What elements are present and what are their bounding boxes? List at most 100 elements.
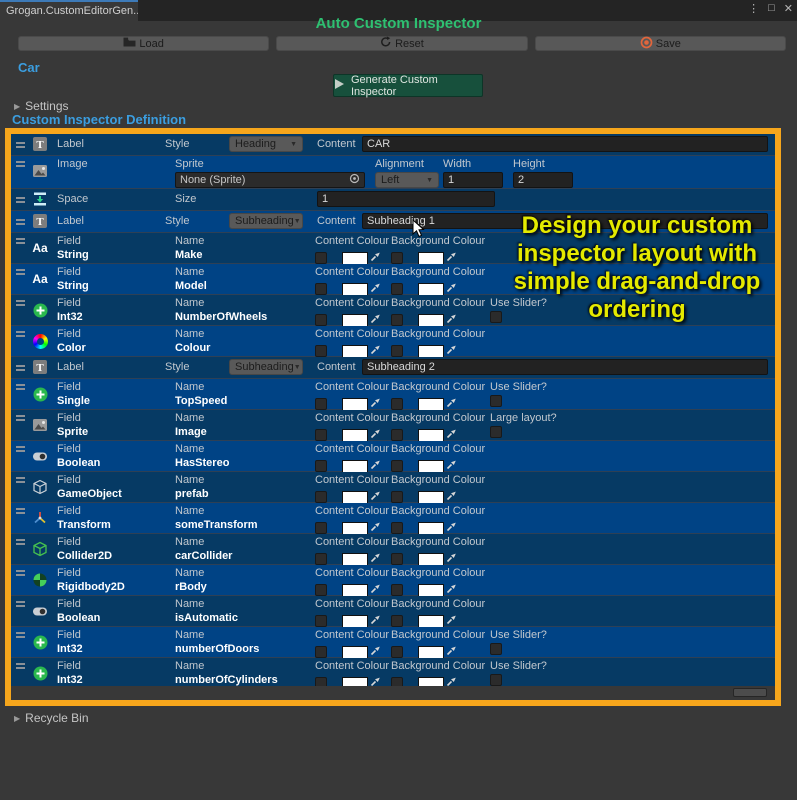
save-button[interactable]: Save: [534, 36, 786, 51]
drag-handle-icon[interactable]: [16, 219, 25, 227]
colour-swatch[interactable]: [342, 645, 368, 659]
drag-handle-icon[interactable]: [16, 508, 25, 516]
colour-enable-checkbox[interactable]: [315, 429, 327, 441]
extra-option-checkbox[interactable]: [490, 395, 502, 407]
drag-handle-icon[interactable]: [16, 197, 25, 205]
colour-enable-checkbox[interactable]: [315, 283, 327, 295]
colour-enable-checkbox[interactable]: [315, 522, 327, 534]
drag-handle-icon[interactable]: [16, 663, 25, 671]
colour-enable-checkbox[interactable]: [315, 314, 327, 326]
eyedropper-icon[interactable]: [370, 674, 381, 686]
colour-swatch[interactable]: [342, 552, 368, 566]
colour-swatch[interactable]: [342, 583, 368, 597]
colour-swatch[interactable]: [418, 428, 444, 442]
colour-enable-checkbox[interactable]: [391, 460, 403, 472]
colour-enable-checkbox[interactable]: [391, 646, 403, 658]
colour-enable-checkbox[interactable]: [391, 584, 403, 596]
sprite-object-field[interactable]: None (Sprite): [175, 172, 365, 188]
colour-enable-checkbox[interactable]: [315, 398, 327, 410]
drag-handle-icon[interactable]: [16, 477, 25, 485]
kebab-menu-icon[interactable]: ⋮: [748, 2, 759, 15]
colour-swatch[interactable]: [418, 459, 444, 473]
label-content-input[interactable]: Subheading 2: [362, 359, 768, 375]
colour-swatch[interactable]: [342, 397, 368, 411]
object-picker-icon[interactable]: [349, 173, 360, 187]
colour-enable-checkbox[interactable]: [315, 460, 327, 472]
colour-swatch[interactable]: [342, 459, 368, 473]
drag-handle-icon[interactable]: [16, 632, 25, 640]
reset-button[interactable]: Reset: [276, 36, 528, 51]
colour-swatch[interactable]: [342, 521, 368, 535]
colour-enable-checkbox[interactable]: [391, 283, 403, 295]
colour-enable-checkbox[interactable]: [315, 252, 327, 264]
colour-enable-checkbox[interactable]: [315, 491, 327, 503]
eyedropper-icon[interactable]: [446, 674, 457, 686]
colour-swatch[interactable]: [342, 344, 368, 358]
style-dropdown[interactable]: Subheading ▼: [229, 213, 303, 229]
colour-swatch[interactable]: [418, 313, 444, 327]
drag-handle-icon[interactable]: [16, 446, 25, 454]
colour-enable-checkbox[interactable]: [315, 646, 327, 658]
drag-handle-icon[interactable]: [16, 161, 25, 169]
drag-handle-icon[interactable]: [16, 539, 25, 547]
horizontal-scrollbar[interactable]: [11, 686, 775, 700]
colour-swatch[interactable]: [418, 676, 444, 686]
drag-handle-icon[interactable]: [16, 601, 25, 609]
colour-swatch[interactable]: [418, 251, 444, 265]
colour-swatch[interactable]: [342, 251, 368, 265]
drag-handle-icon[interactable]: [16, 300, 25, 308]
colour-enable-checkbox[interactable]: [391, 553, 403, 565]
colour-enable-checkbox[interactable]: [315, 345, 327, 357]
height-input[interactable]: 2: [513, 172, 573, 188]
drag-handle-icon[interactable]: [16, 415, 25, 423]
colour-swatch[interactable]: [418, 552, 444, 566]
drag-handle-icon[interactable]: [16, 365, 25, 373]
colour-enable-checkbox[interactable]: [391, 677, 403, 686]
extra-option-checkbox[interactable]: [490, 426, 502, 438]
colour-enable-checkbox[interactable]: [315, 584, 327, 596]
style-dropdown[interactable]: Heading ▼: [229, 136, 303, 152]
colour-swatch[interactable]: [342, 428, 368, 442]
generate-custom-inspector-button[interactable]: Generate Custom Inspector: [333, 74, 483, 98]
label-content-input[interactable]: CAR: [362, 136, 768, 152]
label-content-input[interactable]: Subheading 1: [362, 213, 768, 229]
colour-swatch[interactable]: [418, 583, 444, 597]
style-dropdown[interactable]: Subheading ▼: [229, 359, 303, 375]
colour-swatch[interactable]: [418, 614, 444, 628]
width-input[interactable]: 1: [443, 172, 503, 188]
colour-enable-checkbox[interactable]: [391, 429, 403, 441]
colour-enable-checkbox[interactable]: [391, 314, 403, 326]
alignment-dropdown[interactable]: Left ▼: [375, 172, 439, 188]
colour-swatch[interactable]: [418, 397, 444, 411]
drag-handle-icon[interactable]: [16, 238, 25, 246]
colour-swatch[interactable]: [342, 282, 368, 296]
colour-swatch[interactable]: [418, 645, 444, 659]
recycle-bin-foldout[interactable]: ▶ Recycle Bin: [14, 711, 89, 725]
maximize-icon[interactable]: □: [768, 2, 775, 15]
drag-handle-icon[interactable]: [16, 142, 25, 150]
colour-enable-checkbox[interactable]: [391, 615, 403, 627]
drag-handle-icon[interactable]: [16, 331, 25, 339]
colour-swatch[interactable]: [342, 614, 368, 628]
close-icon[interactable]: ✕: [784, 2, 793, 15]
colour-swatch[interactable]: [342, 313, 368, 327]
drag-handle-icon[interactable]: [16, 384, 25, 392]
load-button[interactable]: Load: [18, 36, 270, 51]
colour-enable-checkbox[interactable]: [391, 522, 403, 534]
scrollbar-thumb[interactable]: [733, 688, 767, 697]
colour-enable-checkbox[interactable]: [315, 615, 327, 627]
space-size-input[interactable]: 1: [317, 191, 495, 207]
colour-swatch[interactable]: [342, 490, 368, 504]
extra-option-checkbox[interactable]: [490, 643, 502, 655]
colour-swatch[interactable]: [342, 676, 368, 686]
colour-swatch[interactable]: [418, 282, 444, 296]
colour-swatch[interactable]: [418, 344, 444, 358]
colour-enable-checkbox[interactable]: [391, 345, 403, 357]
colour-enable-checkbox[interactable]: [391, 398, 403, 410]
extra-option-checkbox[interactable]: [490, 311, 502, 323]
drag-handle-icon[interactable]: [16, 269, 25, 277]
colour-enable-checkbox[interactable]: [315, 677, 327, 686]
drag-handle-icon[interactable]: [16, 570, 25, 578]
colour-swatch[interactable]: [418, 490, 444, 504]
colour-swatch[interactable]: [418, 521, 444, 535]
